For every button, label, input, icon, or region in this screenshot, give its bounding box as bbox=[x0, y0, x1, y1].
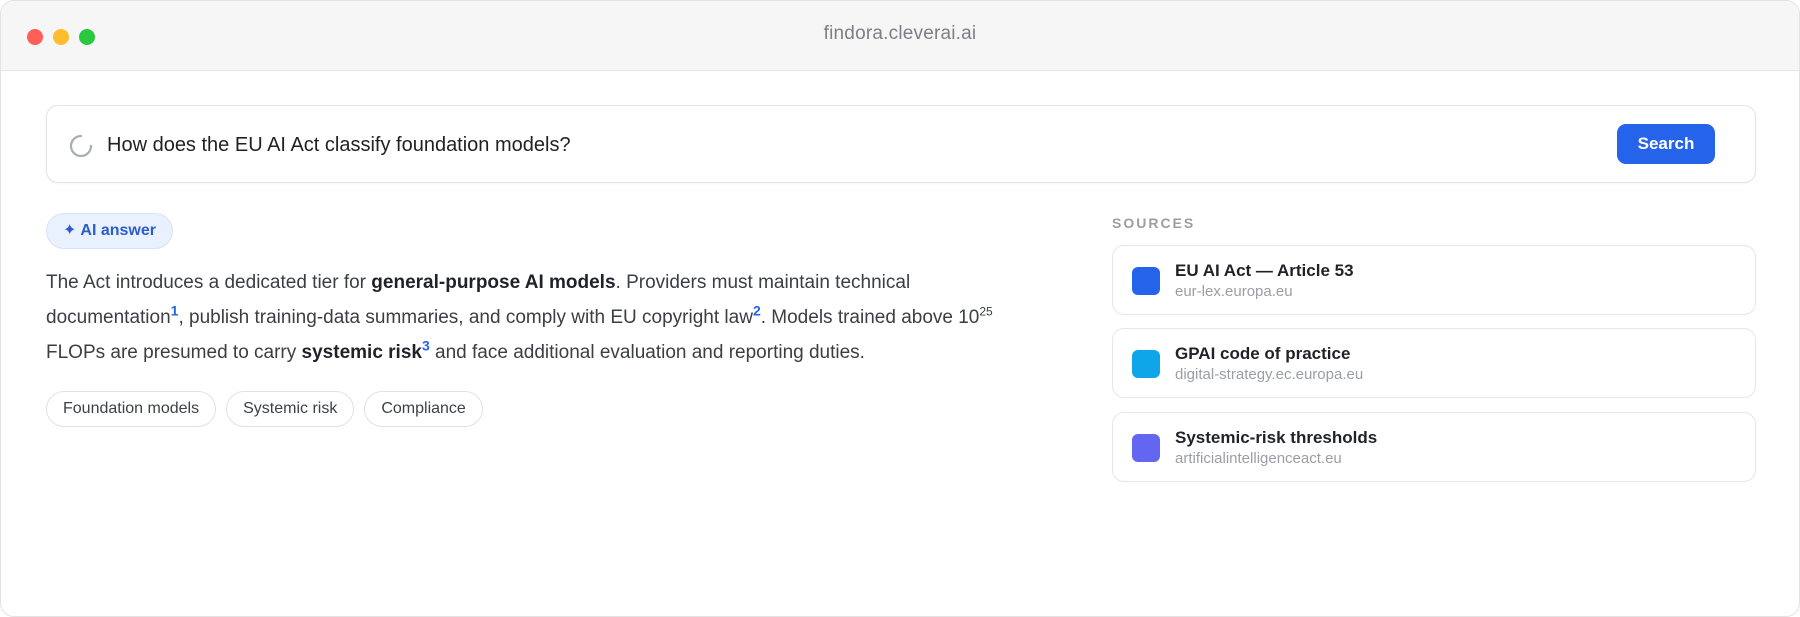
answer-segment: The Act introduces a dedicated tier for bbox=[46, 272, 372, 293]
window-url: findora.cleverai.ai bbox=[823, 23, 977, 44]
source-favicon-icon bbox=[1132, 267, 1160, 295]
answer-highlight: systemic risk bbox=[301, 342, 422, 363]
tag-systemic-risk[interactable]: Systemic risk bbox=[226, 391, 355, 427]
answer-highlight: general-purpose AI models bbox=[371, 272, 616, 293]
search-input[interactable]: How does the EU AI Act classify foundati… bbox=[107, 106, 571, 184]
answer-text: The Act introduces a dedicated tier for … bbox=[46, 265, 1046, 370]
exponent: 25 bbox=[979, 304, 993, 319]
topic-tags: Foundation models Systemic risk Complian… bbox=[46, 391, 483, 427]
answer-segment: and face additional evaluation and repor… bbox=[429, 342, 865, 363]
source-card[interactable]: Systemic-risk thresholds artificialintel… bbox=[1112, 412, 1756, 482]
citation-link-2[interactable]: 2 bbox=[753, 303, 761, 319]
source-title: GPAI code of practice bbox=[1175, 344, 1351, 363]
source-domain: artificialintelligenceact.eu bbox=[1175, 450, 1342, 467]
source-title: EU AI Act — Article 53 bbox=[1175, 261, 1354, 280]
loading-spinner-icon bbox=[69, 134, 93, 158]
source-domain: eur-lex.europa.eu bbox=[1175, 283, 1293, 300]
source-title: Systemic-risk thresholds bbox=[1175, 428, 1378, 447]
source-favicon-icon bbox=[1132, 350, 1160, 378]
source-domain: digital-strategy.ec.europa.eu bbox=[1175, 366, 1364, 383]
source-card[interactable]: EU AI Act — Article 53 eur-lex.europa.eu bbox=[1112, 245, 1756, 315]
search-bar[interactable]: How does the EU AI Act classify foundati… bbox=[46, 105, 1756, 183]
citation-link-3[interactable]: 3 bbox=[422, 338, 430, 354]
answer-segment: , publish training-data summaries, and c… bbox=[178, 307, 753, 328]
browser-window: findora.cleverai.ai How does the EU AI A… bbox=[0, 0, 1800, 617]
sparkle-icon: ✦ bbox=[63, 222, 77, 239]
search-button[interactable]: Search bbox=[1617, 124, 1715, 164]
answer-segment: . Models trained above 10 bbox=[760, 307, 980, 328]
sources-heading: SOURCES bbox=[1112, 215, 1196, 231]
tag-foundation-models[interactable]: Foundation models bbox=[46, 391, 217, 427]
title-bar: findora.cleverai.ai bbox=[1, 1, 1799, 71]
source-card[interactable]: GPAI code of practice digital-strategy.e… bbox=[1112, 328, 1756, 398]
ai-answer-label: AI answer bbox=[80, 222, 156, 239]
tag-compliance[interactable]: Compliance bbox=[364, 391, 483, 427]
ai-answer-badge: ✦ AI answer bbox=[46, 213, 173, 249]
source-favicon-icon bbox=[1132, 434, 1160, 462]
answer-segment: FLOPs are presumed to carry bbox=[46, 342, 302, 363]
